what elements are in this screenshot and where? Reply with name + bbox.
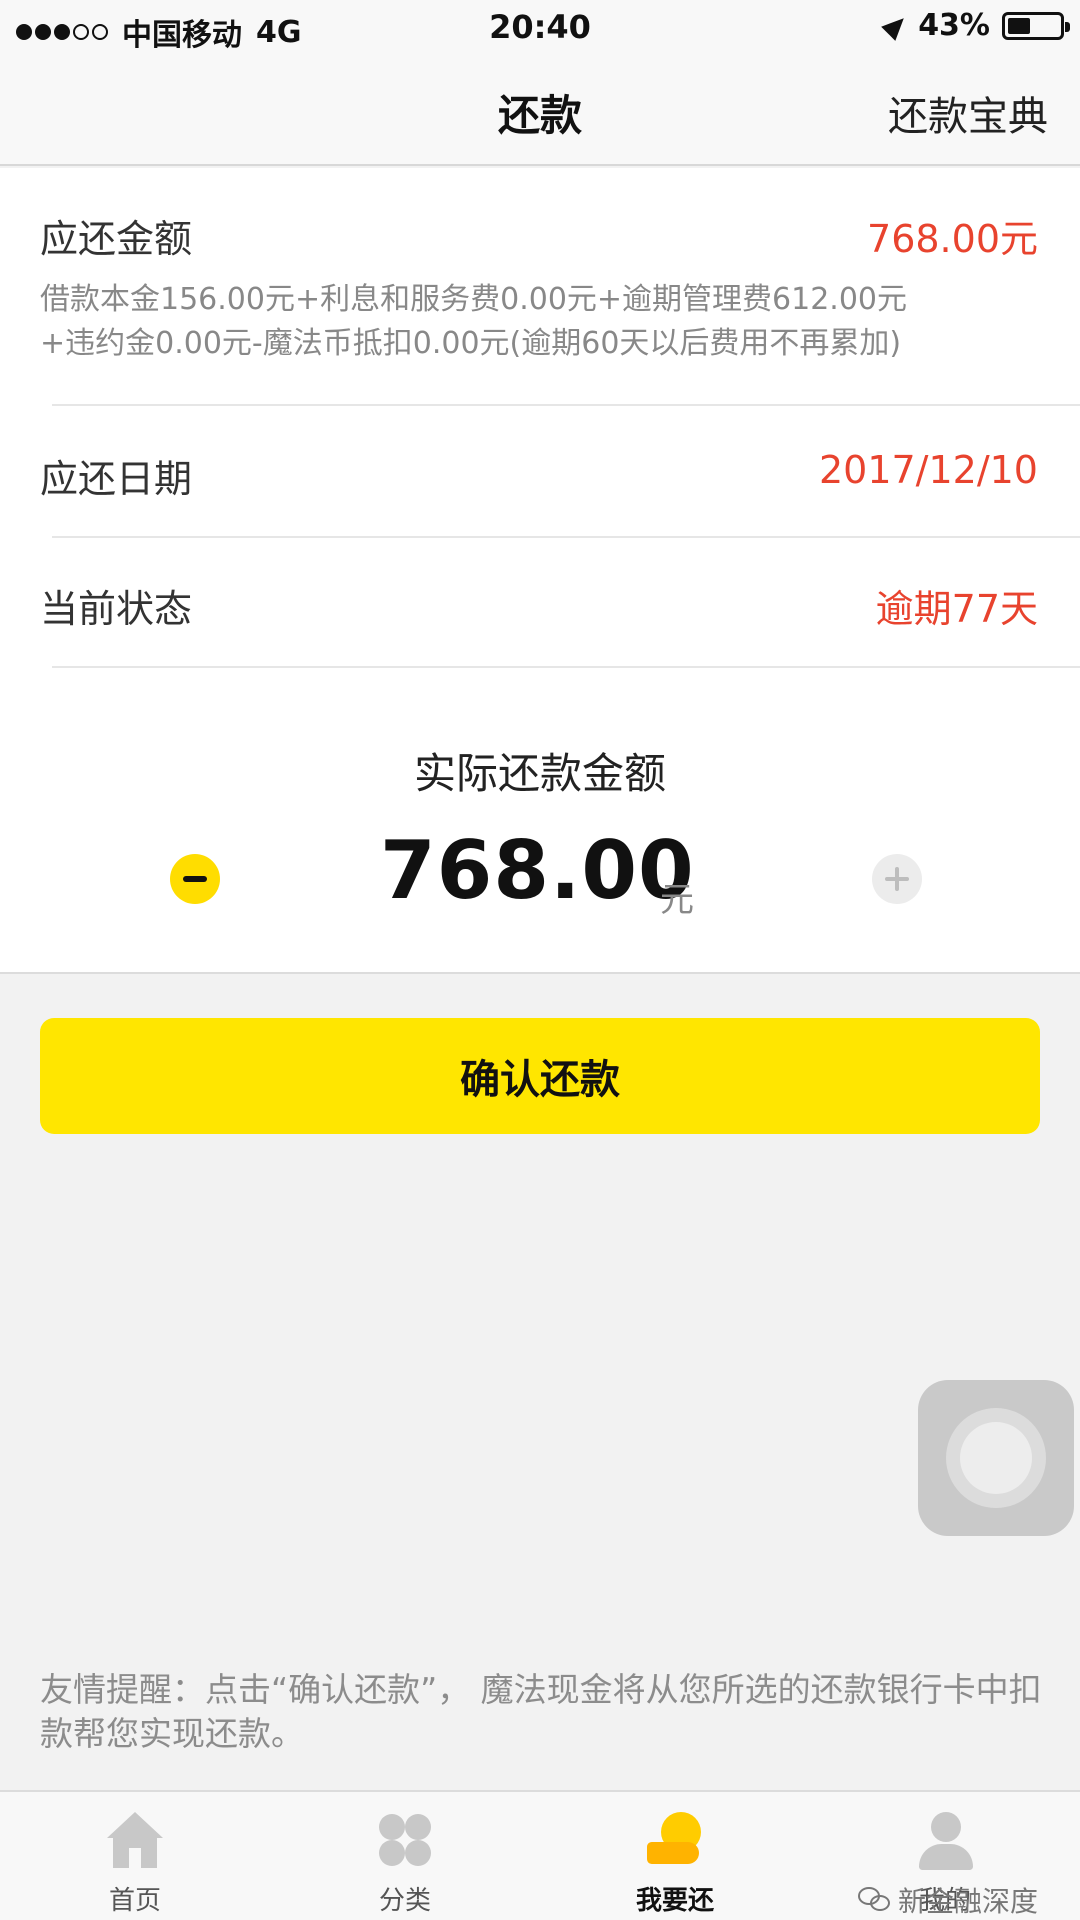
actual-amount-stepper: 768.00 元 bbox=[0, 818, 1080, 938]
divider bbox=[52, 536, 1080, 538]
actual-amount-title: 实际还款金额 bbox=[413, 749, 666, 798]
watermark-text: 新金融深度 bbox=[898, 1885, 1039, 1918]
confirm-repayment-button[interactable]: 确认还款 bbox=[40, 1018, 1040, 1134]
battery-icon bbox=[1002, 11, 1070, 40]
status-label: 当前状态 bbox=[40, 587, 193, 631]
tab-label: 首页 bbox=[108, 1886, 161, 1916]
tab-repay[interactable]: 我要还 bbox=[540, 1792, 810, 1920]
repayment-info-card: 应还金额 768.00元 借款本金156.00元+利息和服务费0.00元+逾期管… bbox=[0, 168, 1080, 974]
assistive-touch-core bbox=[960, 1422, 1032, 1494]
reminder-text: 友情提醒：点击“确认还款”， 魔法现金将从您所选的还款银行卡中扣款帮您实现还款。 bbox=[40, 1670, 1042, 1753]
home-icon bbox=[105, 1812, 165, 1872]
assistive-touch-ring bbox=[946, 1408, 1046, 1508]
amount-due-value: 768.00元 bbox=[867, 217, 1038, 261]
due-date-value: 2017/12/10 bbox=[818, 448, 1038, 492]
divider bbox=[52, 404, 1080, 406]
increase-amount-button[interactable] bbox=[872, 854, 922, 904]
amount-breakdown: 借款本金156.00元+利息和服务费0.00元+逾期管理费612.00元 +违约… bbox=[40, 278, 1050, 366]
tab-home[interactable]: 首页 bbox=[0, 1792, 270, 1920]
actual-amount-value: 768.00 bbox=[380, 824, 695, 917]
assistive-touch-button[interactable] bbox=[918, 1380, 1074, 1536]
tab-category[interactable]: 分类 bbox=[270, 1792, 540, 1920]
status-bar: 中国移动 4G 20:40 43% bbox=[0, 0, 1080, 56]
status-right: 43% bbox=[881, 8, 1070, 43]
amount-due-label: 应还金额 bbox=[40, 217, 193, 261]
battery-fill bbox=[1008, 17, 1030, 34]
user-icon bbox=[915, 1812, 975, 1872]
divider bbox=[52, 666, 1080, 668]
repay-icon bbox=[645, 1812, 705, 1872]
category-icon bbox=[375, 1812, 435, 1872]
battery-percent: 43% bbox=[918, 8, 990, 43]
repayment-guide-link[interactable]: 还款宝典 bbox=[888, 84, 1048, 142]
navigation-bar: 还款 还款宝典 bbox=[0, 56, 1080, 166]
decrease-amount-button[interactable] bbox=[170, 854, 220, 904]
due-date-label: 应还日期 bbox=[40, 457, 193, 501]
breakdown-line-1: 借款本金156.00元+利息和服务费0.00元+逾期管理费612.00元 bbox=[40, 282, 908, 317]
actual-amount-unit: 元 bbox=[660, 880, 694, 920]
tab-label: 分类 bbox=[378, 1886, 431, 1916]
location-arrow-icon bbox=[881, 10, 912, 41]
tab-label: 我要还 bbox=[635, 1886, 714, 1916]
wechat-icon bbox=[858, 1887, 892, 1913]
watermark: 新金融深度 bbox=[858, 1880, 1038, 1920]
breakdown-line-2: +违约金0.00元-魔法币抵扣0.00元(逾期60天以后费用不再累加) bbox=[40, 326, 902, 361]
status-value: 逾期77天 bbox=[875, 587, 1038, 631]
